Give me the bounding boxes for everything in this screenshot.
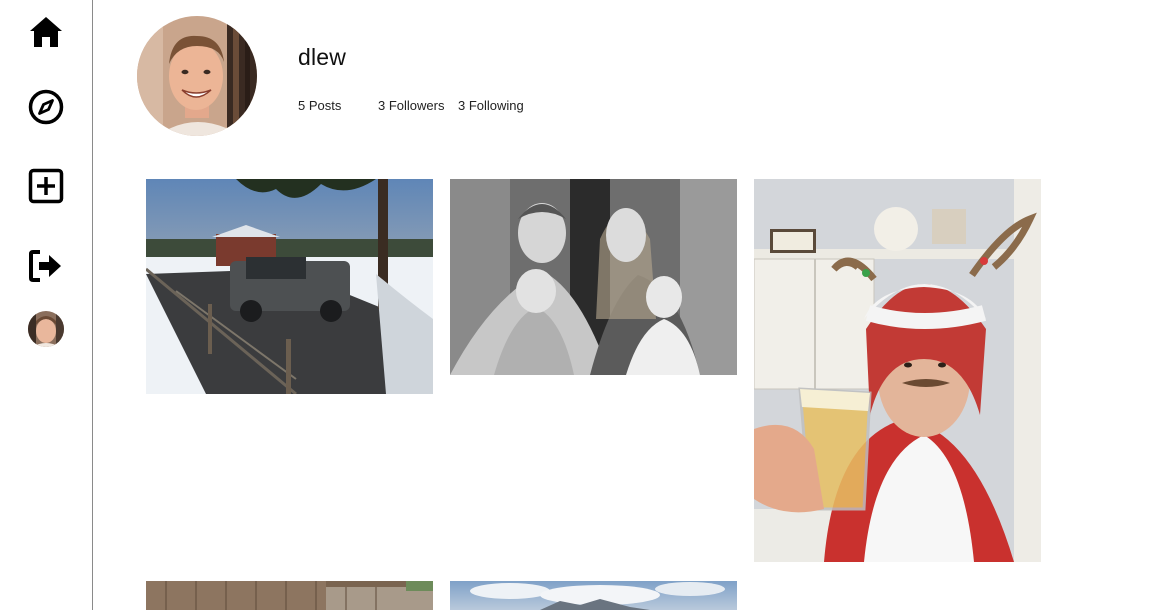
avatar: [28, 311, 64, 347]
profile-username: dlew: [298, 44, 347, 70]
sidebar-item-create[interactable]: [26, 166, 66, 206]
post-thumbnail[interactable]: [146, 581, 433, 610]
following-count[interactable]: 3 Following: [458, 98, 524, 113]
followers-count[interactable]: 3 Followers: [378, 98, 444, 113]
posts-count: 5 Posts: [298, 98, 342, 113]
sidebar-nav: [0, 0, 93, 610]
fence-photo: [146, 581, 433, 610]
profile-avatar: [137, 16, 257, 136]
post-thumbnail[interactable]: [146, 179, 433, 394]
post-thumbnail[interactable]: [754, 179, 1041, 562]
post-thumbnail[interactable]: [450, 179, 737, 375]
sidebar-item-explore[interactable]: [26, 87, 66, 127]
plus-square-icon: [28, 168, 64, 204]
snowy-truck-photo: [146, 179, 433, 394]
family-bw-photo: [450, 179, 737, 375]
sidebar-item-home[interactable]: [26, 12, 66, 52]
home-icon: [30, 17, 62, 47]
sidebar-item-profile[interactable]: [28, 311, 64, 347]
logout-icon: [29, 250, 61, 282]
compass-icon: [28, 89, 64, 125]
sidebar-item-logout[interactable]: [26, 246, 66, 286]
post-thumbnail[interactable]: [450, 581, 737, 610]
sky-photo: [450, 581, 737, 610]
holiday-selfie-photo: [754, 179, 1041, 562]
